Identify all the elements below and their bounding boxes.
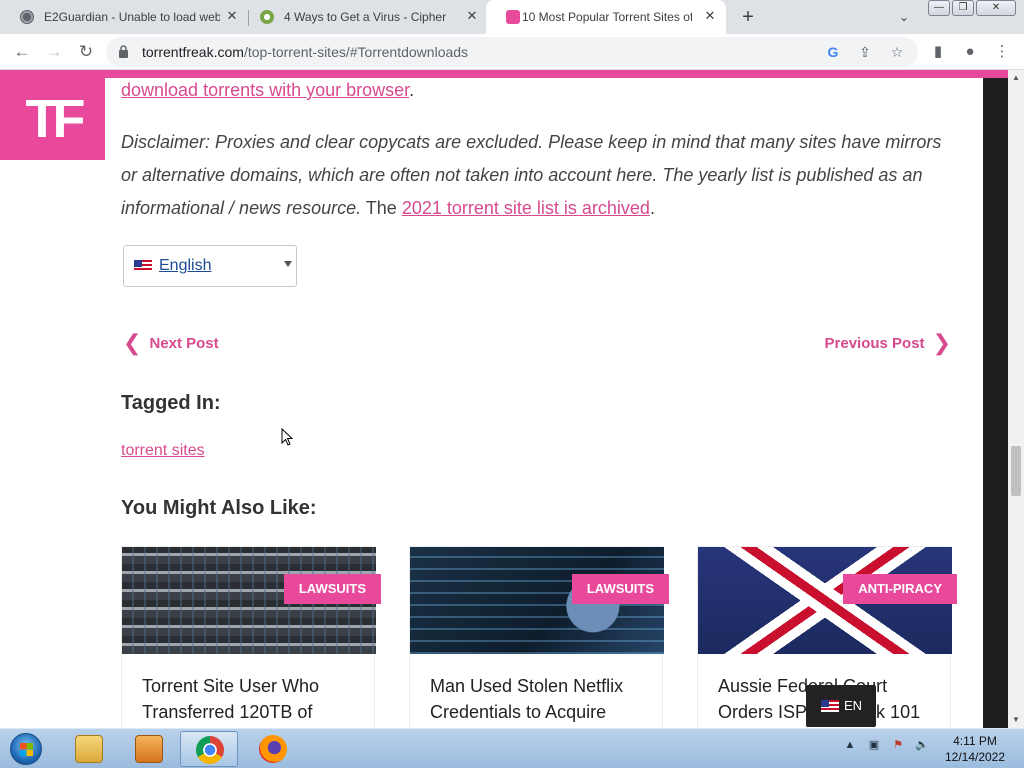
archive-link[interactable]: 2021 torrent site list is archived bbox=[402, 198, 650, 218]
caret-down-icon bbox=[284, 261, 292, 267]
address-bar[interactable]: torrentfreak.com/top-torrent-sites/#Torr… bbox=[106, 37, 918, 67]
tray-expand-icon[interactable]: ▲ bbox=[842, 737, 858, 753]
tab-title: 4 Ways to Get a Virus - Cipher bbox=[284, 10, 447, 24]
language-select[interactable]: English bbox=[123, 245, 297, 287]
reload-icon[interactable]: ↻ bbox=[76, 42, 96, 62]
new-tab-button[interactable]: + bbox=[738, 7, 758, 27]
url-path: /top-torrent-sites/#Torrentdownloads bbox=[243, 44, 469, 60]
media-player-icon bbox=[135, 735, 163, 763]
previous-post-label: Previous Post bbox=[824, 334, 925, 352]
tag-link[interactable]: torrent sites bbox=[121, 442, 205, 460]
related-card[interactable]: LAWSUITS Torrent Site User Who Transferr… bbox=[121, 546, 381, 728]
explorer-icon bbox=[75, 735, 103, 763]
start-button[interactable] bbox=[2, 731, 50, 767]
globe-icon bbox=[20, 10, 34, 24]
tagged-heading: Tagged In: bbox=[121, 392, 221, 414]
related-card[interactable]: LAWSUITS Man Used Stolen Netflix Credent… bbox=[409, 546, 669, 728]
clock-time: 4:11 PM bbox=[953, 734, 997, 748]
window-controls: — ❐ ✕ bbox=[928, 0, 1018, 18]
card-title[interactable]: Man Used Stolen Netflix Credentials to A… bbox=[430, 673, 650, 725]
tab-torrentfreak[interactable]: 10 Most Popular Torrent Sites of 2022 ✕ bbox=[486, 0, 726, 34]
taskbar-chrome[interactable] bbox=[180, 731, 238, 767]
google-icon[interactable]: G bbox=[824, 43, 842, 61]
tab-e2guardian[interactable]: E2Guardian - Unable to load web page ✕ bbox=[0, 0, 248, 34]
category-badge[interactable]: ANTI-PIRACY bbox=[843, 574, 957, 604]
share-icon[interactable]: ⇪ bbox=[856, 43, 874, 61]
language-switcher[interactable]: EN bbox=[806, 685, 876, 727]
bookmark-star-icon[interactable]: ☆ bbox=[888, 43, 906, 61]
archive-tail: . bbox=[649, 198, 655, 218]
windows-logo-icon bbox=[10, 733, 42, 765]
side-panel-icon[interactable]: ▮ bbox=[928, 42, 948, 62]
cipher-icon bbox=[260, 10, 274, 24]
chevron-left-icon: ❮ bbox=[123, 330, 142, 355]
tab-strip: E2Guardian - Unable to load web page ✕ 4… bbox=[0, 0, 1024, 34]
forward-icon[interactable]: → bbox=[44, 42, 64, 62]
minimize-button[interactable]: — bbox=[928, 0, 950, 16]
site-logo[interactable]: TF bbox=[0, 78, 105, 160]
mouse-cursor-icon bbox=[281, 428, 293, 446]
card-title[interactable]: Torrent Site User Who Transferred 120TB … bbox=[142, 673, 362, 725]
browser-download-link[interactable]: download torrents with your browser bbox=[121, 80, 409, 100]
windows-taskbar: ▲ ▣ ⚑ 🔈 4:11 PM 12/14/2022 bbox=[0, 728, 1024, 768]
us-flag-icon bbox=[134, 260, 152, 272]
profile-icon[interactable]: ● bbox=[960, 42, 980, 62]
scroll-down-icon[interactable]: ▼ bbox=[1008, 712, 1024, 728]
tab-cipher[interactable]: 4 Ways to Get a Virus - Cipher ✕ bbox=[240, 0, 488, 34]
url-text[interactable]: torrentfreak.com/top-torrent-sites/#Torr… bbox=[142, 44, 468, 60]
restore-button[interactable]: ❐ bbox=[952, 0, 974, 16]
chrome-icon bbox=[196, 736, 224, 764]
back-icon[interactable]: ← bbox=[12, 42, 32, 62]
page-scrollbar[interactable]: ▲ ▼ bbox=[1008, 70, 1024, 728]
related-heading: You Might Also Like: bbox=[121, 497, 317, 519]
tab-close-icon[interactable]: ✕ bbox=[464, 8, 480, 24]
volume-icon[interactable]: 🔈 bbox=[914, 737, 930, 753]
us-flag-icon bbox=[821, 700, 839, 712]
intro-line: download torrents with your browser. bbox=[121, 80, 414, 101]
intro-tail: . bbox=[409, 80, 415, 100]
scroll-up-icon[interactable]: ▲ bbox=[1008, 70, 1024, 86]
clock-date: 12/14/2022 bbox=[944, 750, 1006, 764]
tab-search-icon[interactable]: ⌄ bbox=[896, 9, 912, 25]
tab-close-icon[interactable]: ✕ bbox=[224, 8, 240, 24]
tf-icon bbox=[506, 10, 520, 24]
lock-icon bbox=[119, 45, 128, 58]
category-badge[interactable]: LAWSUITS bbox=[571, 574, 669, 604]
next-post-link[interactable]: ❮ Next Post bbox=[123, 330, 219, 356]
scrollbar-thumb[interactable] bbox=[1011, 446, 1021, 496]
chevron-right-icon: ❯ bbox=[932, 330, 951, 355]
tab-title: E2Guardian - Unable to load web page bbox=[44, 10, 220, 24]
action-center-icon[interactable]: ⚑ bbox=[890, 737, 906, 753]
taskbar-media-player[interactable] bbox=[120, 731, 178, 767]
menu-icon[interactable]: ⋮ bbox=[992, 42, 1012, 62]
next-post-label: Next Post bbox=[149, 334, 219, 352]
firefox-icon bbox=[259, 735, 287, 763]
taskbar-explorer[interactable] bbox=[60, 731, 118, 767]
language-code: EN bbox=[844, 698, 863, 713]
system-tray: ▲ ▣ ⚑ 🔈 bbox=[842, 737, 938, 753]
close-window-button[interactable]: ✕ bbox=[976, 0, 1016, 16]
browser-toolbar: ← → ↻ torrentfreak.com/top-torrent-sites… bbox=[0, 34, 1024, 70]
site-top-bar bbox=[0, 70, 1008, 78]
category-badge[interactable]: LAWSUITS bbox=[283, 574, 381, 604]
language-label: English bbox=[159, 257, 212, 274]
disclaimer-plain: The bbox=[361, 198, 402, 218]
network-icon[interactable]: ▣ bbox=[866, 737, 882, 753]
system-clock[interactable]: 4:11 PM 12/14/2022 bbox=[936, 733, 1014, 765]
url-host: torrentfreak.com bbox=[142, 44, 244, 60]
previous-post-link[interactable]: Previous Post ❯ bbox=[825, 330, 951, 356]
disclaimer: Disclaimer: Proxies and clear copycats a… bbox=[121, 126, 951, 225]
tab-close-icon[interactable]: ✕ bbox=[702, 8, 718, 24]
web-page: TF download torrents with your browser. … bbox=[0, 70, 1008, 728]
tab-title: 10 Most Popular Torrent Sites of 2022 bbox=[522, 10, 692, 24]
taskbar-firefox[interactable] bbox=[244, 731, 302, 767]
site-side-panel bbox=[983, 78, 1008, 728]
